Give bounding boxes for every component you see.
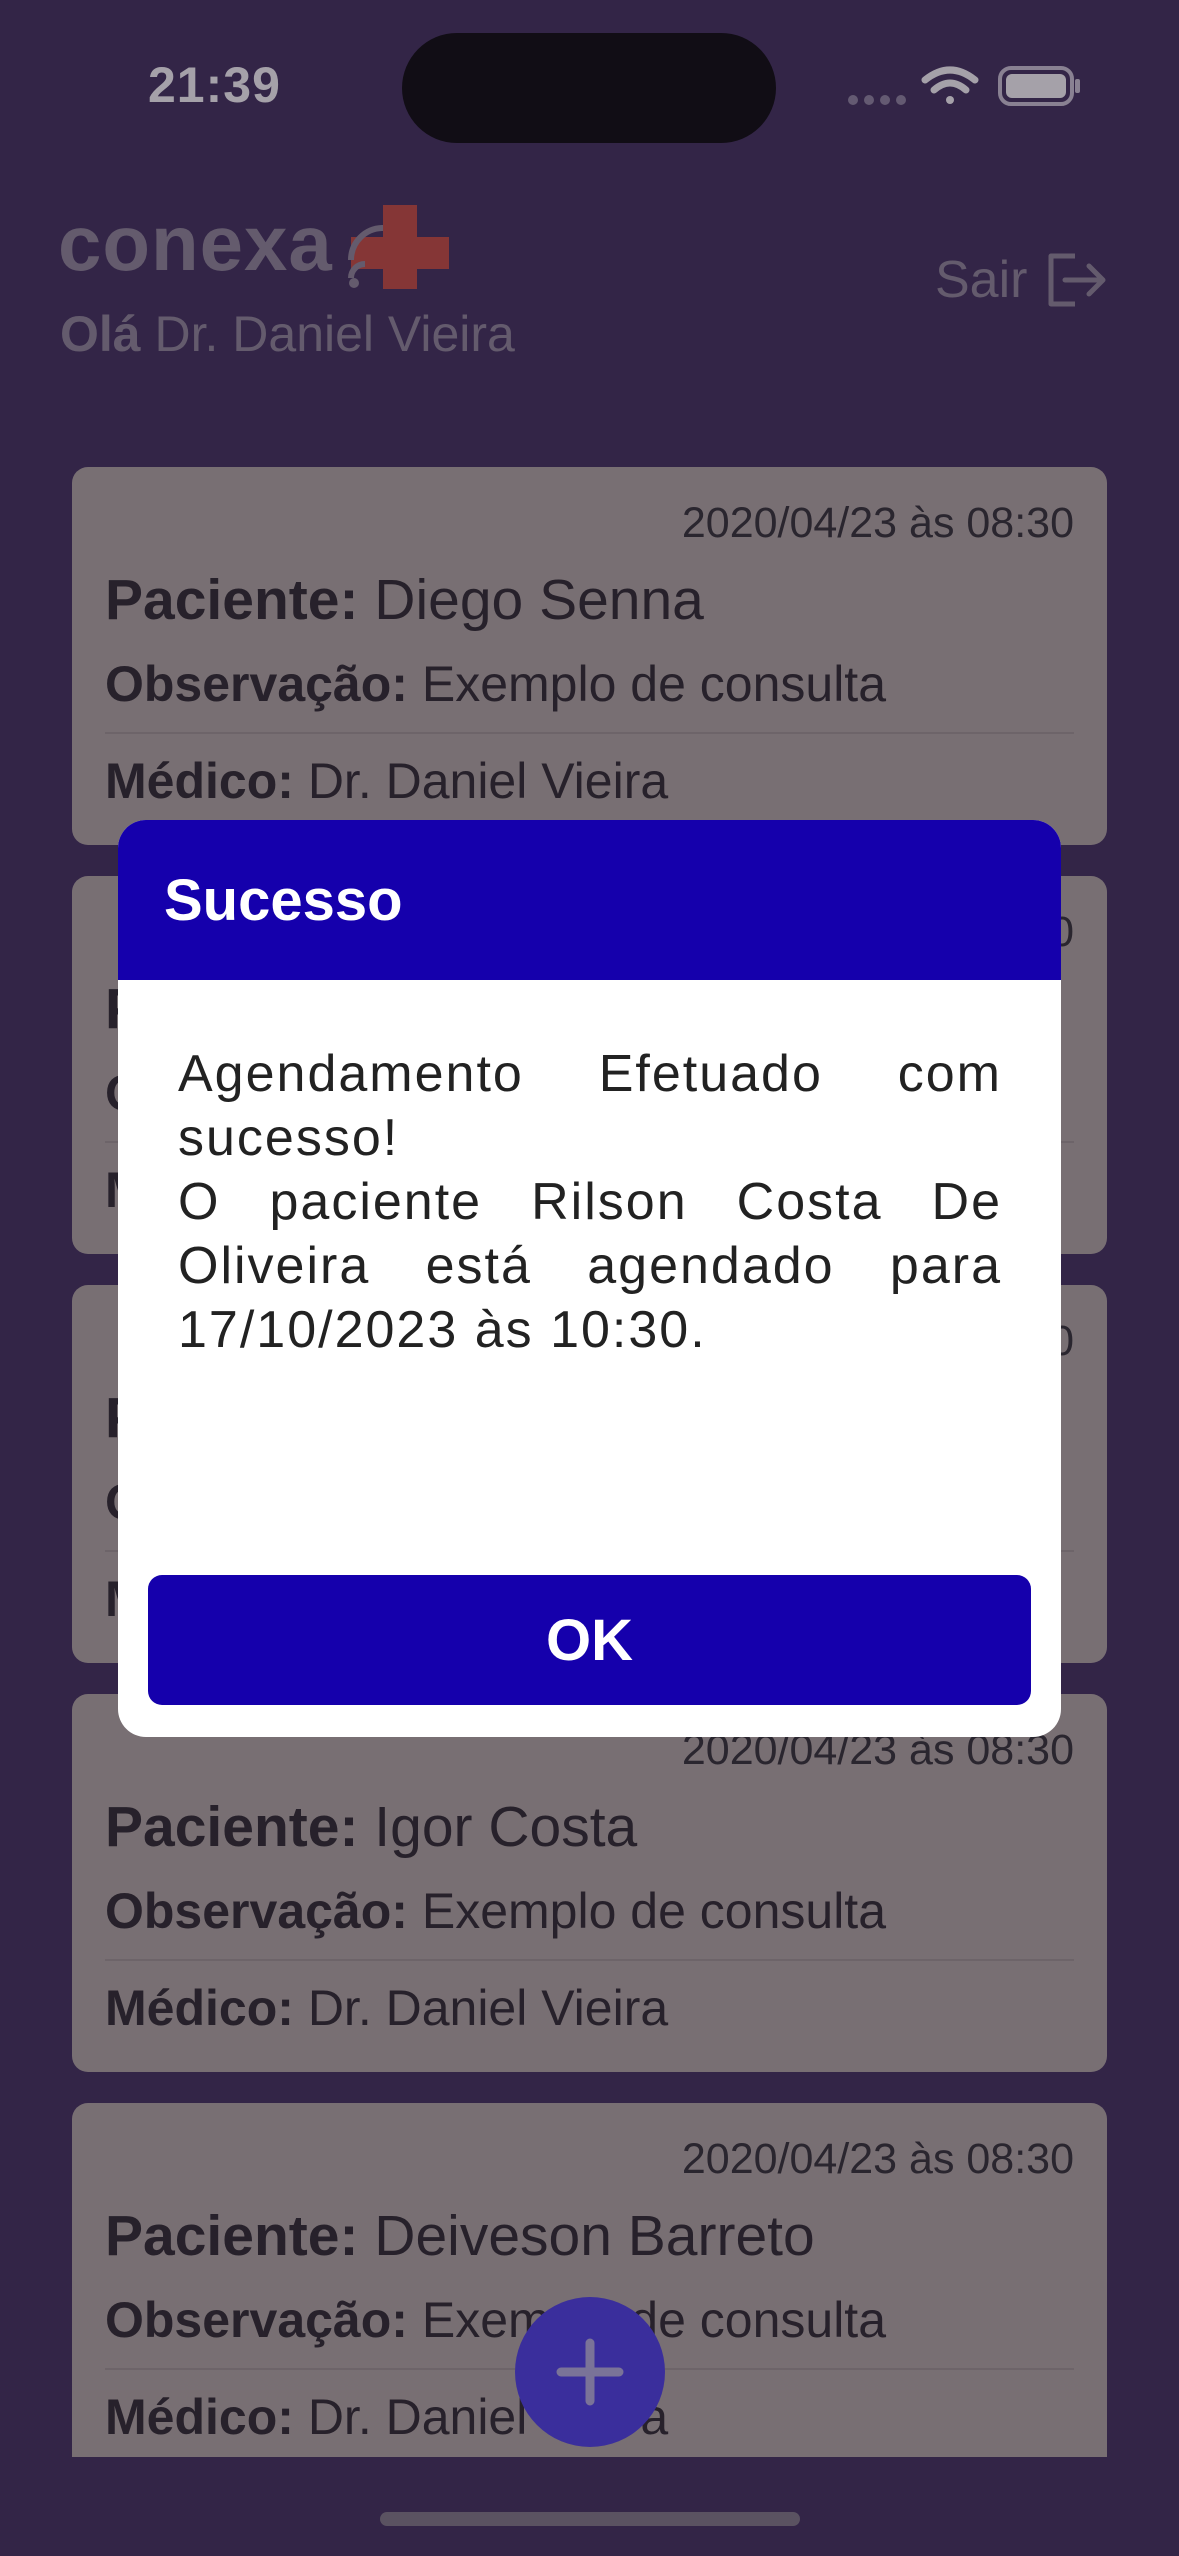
ok-button[interactable]: OK (148, 1575, 1031, 1705)
plus-icon (556, 2338, 624, 2406)
dialog-header: Sucesso (118, 820, 1061, 980)
dialog-message-line2: O paciente Rilson Costa De Oliveira está… (178, 1173, 1002, 1359)
home-indicator (380, 2512, 800, 2526)
dialog-message: Agendamento Efetuado com sucesso! O paci… (178, 1042, 1002, 1362)
success-dialog: Sucesso Agendamento Efetuado com sucesso… (118, 820, 1061, 1737)
add-appointment-button[interactable] (515, 2297, 665, 2447)
dialog-message-line1: Agendamento Efetuado com sucesso! (178, 1045, 1002, 1167)
dialog-title: Sucesso (164, 867, 403, 933)
